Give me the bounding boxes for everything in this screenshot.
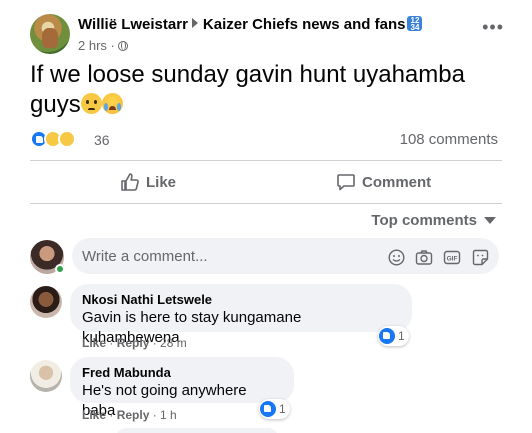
globe-icon [117,41,128,51]
author-line: Willië Lweistarr Kaizer Chiefs news and f… [78,16,423,33]
camera-icon[interactable] [415,248,433,266]
more-options-icon[interactable]: ••• [482,18,504,36]
like-reaction-icon [260,401,276,417]
commenter-name[interactable]: Fred Mabunda [82,364,282,381]
comment-composer[interactable]: GIF [72,238,499,274]
online-status-indicator [55,264,65,274]
comment-like-link[interactable]: Like [82,408,106,422]
comment-bubble: Nkosi Nathi Letswele Gavin is here to st… [70,284,412,346]
sticker-icon[interactable] [471,248,489,266]
comment-bubble: Fred Mabunda He's not going anywhere bab… [70,357,294,419]
comment-time[interactable]: 1 h [160,408,177,422]
comment-reaction-count: 1 [398,329,405,343]
gif-icon[interactable]: GIF [443,248,461,266]
caret-right-icon [191,18,198,28]
comment-reactions[interactable]: 1 [259,399,290,419]
comment-sort-label: Top comments [371,212,477,229]
haha-reaction-icon [58,130,76,148]
like-button[interactable]: Like [120,166,176,198]
comment-reactions[interactable]: 1 [378,326,409,346]
comment-actions: Like · Reply · 1 h [82,408,177,422]
group-name[interactable]: Kaizer Chiefs news and fans [203,16,406,33]
comment-time[interactable]: 28 m [160,336,187,350]
comment-reply-link[interactable]: Reply [117,336,150,350]
reaction-count: 36 [94,132,110,148]
svg-text:GIF: GIF [447,255,458,262]
comment-sort-dropdown[interactable]: Top comments [371,212,496,229]
commenter-avatar[interactable] [30,286,62,318]
comment-actions: Like · Reply · 28 m [82,336,187,350]
divider [30,203,502,204]
comment-button[interactable]: Comment [336,166,431,198]
like-button-label: Like [146,173,177,191]
comment-like-link[interactable]: Like [82,336,106,350]
comment-button-label: Comment [362,173,432,191]
pleading-face-icon [80,93,102,114]
comment-reaction-count: 1 [279,402,286,416]
post-time[interactable]: 2 hrs · [78,38,115,53]
comment-bubble [116,428,278,433]
author-avatar[interactable] [30,14,70,54]
post-text: If we loose sunday gavin hunt uyahamba g… [30,60,510,120]
divider [30,160,502,161]
loudly-crying-face-icon [101,93,123,114]
post-meta: 2 hrs · [78,38,128,53]
post-header: Willië Lweistarr Kaizer Chiefs news and f… [30,14,520,58]
caret-down-icon [484,217,496,224]
comment-input[interactable] [82,244,372,268]
emoji-icon[interactable] [387,248,405,266]
reaction-icons [30,130,90,150]
like-reaction-icon [379,328,395,344]
comment-count[interactable]: 108 comments [400,131,498,148]
comment-reply-link[interactable]: Reply [117,408,150,422]
comment-icon [337,174,355,191]
author-name[interactable]: Willië Lweistarr [78,16,188,33]
numbers-emoji-icon: 12 34 [407,16,423,32]
thumbs-up-icon [121,173,139,191]
commenter-name[interactable]: Nkosi Nathi Letswele [82,291,400,308]
commenter-avatar[interactable] [30,360,62,392]
